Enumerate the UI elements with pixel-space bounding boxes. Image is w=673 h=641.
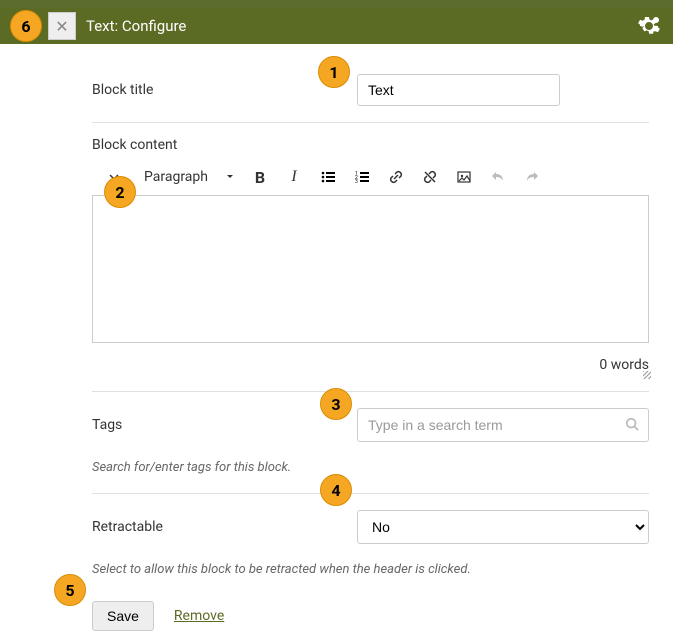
redo-icon[interactable] (518, 163, 546, 191)
gear-icon[interactable] (637, 14, 661, 42)
link-icon[interactable] (382, 163, 410, 191)
search-icon (625, 417, 639, 435)
dropdown-caret-icon (226, 173, 234, 181)
annotation-marker-3: 3 (320, 388, 352, 420)
dialog-title: Text: Configure (86, 17, 186, 35)
save-button[interactable]: Save (92, 601, 154, 631)
row-block-title: Block title (92, 62, 649, 118)
actions: Save Remove (92, 601, 649, 631)
italic-icon[interactable]: I (280, 163, 308, 191)
close-icon: ✕ (55, 17, 68, 36)
annotation-marker-5: 5 (54, 574, 86, 606)
close-button[interactable]: ✕ (48, 12, 76, 40)
label-retractable: Retractable (92, 519, 357, 535)
svg-text:3: 3 (355, 179, 358, 185)
select-retractable[interactable]: No (357, 510, 649, 544)
dialog-content: Block title Block content Paragraph B I … (0, 44, 673, 641)
bullet-list-icon[interactable] (314, 163, 342, 191)
annotation-marker-1: 1 (318, 56, 350, 88)
top-strip (0, 0, 673, 8)
format-label: Paragraph (144, 169, 208, 185)
dialog-header: ✕ Text: Configure (0, 8, 673, 44)
help-retractable: Select to allow this block to be retract… (92, 562, 649, 577)
help-tags: Search for/enter tags for this block. (92, 460, 649, 475)
label-tags: Tags (92, 417, 357, 433)
divider (92, 493, 649, 494)
numbered-list-icon[interactable]: 123 (348, 163, 376, 191)
divider (92, 122, 649, 123)
row-tags: Tags (92, 396, 649, 454)
undo-icon[interactable] (484, 163, 512, 191)
input-tags[interactable] (357, 408, 649, 442)
format-dropdown[interactable]: Paragraph (138, 169, 240, 185)
divider (92, 391, 649, 392)
unlink-icon[interactable] (416, 163, 444, 191)
annotation-marker-6: 6 (10, 10, 42, 42)
row-retractable: Retractable No (92, 498, 649, 556)
input-block-title[interactable] (357, 74, 560, 106)
content-editor[interactable] (92, 195, 649, 343)
label-block-content: Block content (92, 137, 649, 153)
annotation-marker-4: 4 (320, 474, 352, 506)
bold-icon[interactable]: B (246, 163, 274, 191)
editor-toolbar: Paragraph B I 123 (92, 159, 649, 195)
remove-link[interactable]: Remove (174, 608, 224, 624)
label-block-title: Block title (92, 82, 357, 98)
image-icon[interactable] (450, 163, 478, 191)
annotation-marker-2: 2 (104, 176, 136, 208)
word-count: 0 words (92, 357, 649, 373)
